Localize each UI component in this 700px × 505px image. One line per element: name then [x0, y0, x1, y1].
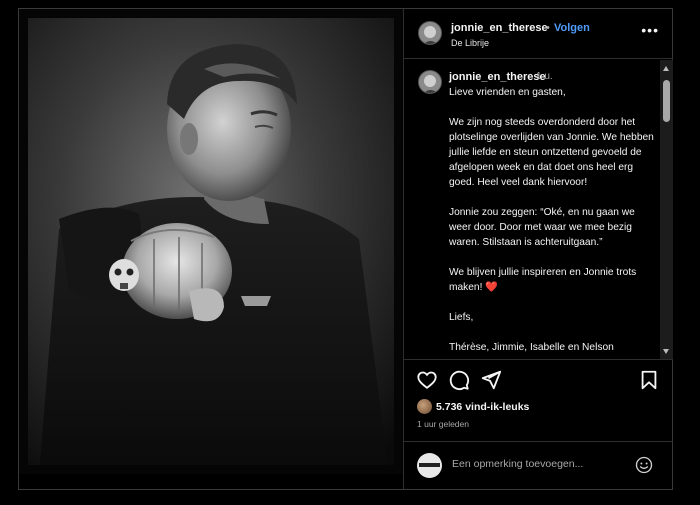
liker-avatar	[417, 399, 432, 414]
avatar-image	[419, 71, 441, 93]
separator-dot: •	[546, 22, 550, 34]
viewer-avatar	[417, 453, 442, 478]
more-icon[interactable]: •••	[641, 23, 659, 37]
caption-paragraph: We blijven jullie inspireren en Jonnie t…	[449, 267, 637, 293]
comment-bar	[404, 441, 673, 489]
comment-icon[interactable]	[448, 369, 470, 391]
post-photo[interactable]	[19, 9, 403, 474]
caption-paragraph: Thérèse, Jimmie, Isabelle en Nelson	[449, 342, 614, 353]
heart-icon-svg	[417, 371, 437, 389]
caption-username[interactable]: jonnie_en_therese	[449, 71, 546, 83]
post-dialog: jonnie_en_therese • Volgen De Librije ••…	[18, 8, 673, 490]
caption-text: Lieve vrienden en gasten, We zijn nog st…	[449, 85, 659, 355]
author-avatar[interactable]	[418, 21, 442, 45]
caption-time[interactable]: 1 u.	[536, 71, 553, 82]
share-icon[interactable]	[480, 369, 502, 391]
comment-icon-svg	[449, 370, 470, 391]
photo-image	[19, 9, 403, 474]
comment-input[interactable]	[452, 458, 632, 470]
caption-paragraph-with-emoji: We blijven jullie inspireren en Jonnie t…	[449, 265, 659, 295]
caption-avatar[interactable]	[418, 70, 442, 94]
likes-count[interactable]: 5.736 vind-ik-leuks	[436, 401, 529, 413]
post-actions	[404, 369, 673, 399]
scroll-down-arrow-icon[interactable]	[663, 349, 669, 354]
caption-paragraph: Liefs,	[449, 312, 474, 323]
emoji-icon[interactable]	[635, 456, 653, 474]
post-side-panel: jonnie_en_therese • Volgen De Librije ••…	[403, 9, 673, 489]
viewer-avatar-mark	[419, 463, 440, 467]
post-time-ago[interactable]: 1 uur geleden	[417, 419, 469, 429]
caption-paragraph: Jonnie zou zeggen: “Oké, en nu gaan we w…	[449, 207, 635, 248]
share-icon-svg	[481, 370, 502, 390]
post-header: jonnie_en_therese • Volgen De Librije ••…	[404, 9, 673, 59]
author-username[interactable]: jonnie_en_therese	[451, 22, 548, 34]
follow-button[interactable]: Volgen	[554, 22, 590, 34]
emoji-icon-svg	[635, 456, 653, 474]
heart-emoji: ❤️	[485, 282, 498, 293]
avatar-image	[419, 22, 441, 44]
bookmark-icon-svg	[641, 370, 657, 390]
post-location[interactable]: De Librije	[451, 38, 489, 48]
caption-scrollbar[interactable]	[660, 60, 673, 359]
caption-paragraph: We zijn nog steeds overdonderd door het …	[449, 117, 654, 188]
caption-scroll-area[interactable]: jonnie_en_therese 1 u. Lieve vrienden en…	[404, 60, 673, 360]
bookmark-icon[interactable]	[638, 369, 660, 391]
scroll-thumb[interactable]	[663, 80, 670, 122]
heart-icon[interactable]	[416, 369, 438, 391]
scroll-up-arrow-icon[interactable]	[663, 66, 669, 71]
caption-paragraph: Lieve vrienden en gasten,	[449, 87, 566, 98]
